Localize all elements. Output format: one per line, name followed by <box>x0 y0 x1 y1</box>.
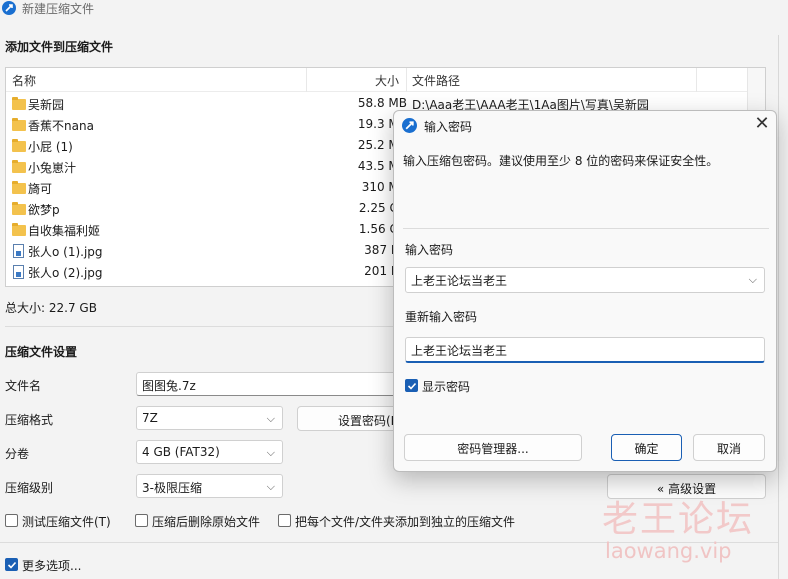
window-title: 新建压缩文件 <box>22 2 95 16</box>
folder-icon <box>12 202 26 215</box>
add-files-heading: 添加文件到压缩文件 <box>5 40 114 54</box>
check-icon <box>7 561 17 569</box>
watermark-url: laowang.vip <box>605 539 732 563</box>
confirm-password-input[interactable]: 上老王论坛当老王 <box>405 337 765 363</box>
password-dialog: 输入密码 ✕ 输入压缩包密码。建议使用至少 8 位的密码来保证安全性。 输入密码… <box>393 110 777 472</box>
show-password-checkbox[interactable] <box>405 379 418 392</box>
password-label: 输入密码 <box>405 243 454 257</box>
divider <box>5 326 398 327</box>
folder-icon <box>12 97 26 110</box>
folder-icon <box>12 223 26 236</box>
image-file-icon <box>13 244 24 258</box>
settings-heading: 压缩文件设置 <box>5 345 78 359</box>
total-size: 总大小: 22.7 GB <box>5 301 97 315</box>
test-archive-label[interactable]: 测试压缩文件(T) <box>22 513 111 530</box>
close-icon[interactable]: ✕ <box>750 113 774 137</box>
format-select[interactable]: 7Z ⌵ <box>136 406 283 430</box>
folder-icon <box>12 160 26 173</box>
watermark-logo: 老王论坛 <box>602 499 755 540</box>
delete-original-label[interactable]: 压缩后删除原始文件 <box>152 513 260 530</box>
title-bar: 新建压缩文件 <box>0 0 788 18</box>
divider <box>403 228 769 229</box>
filename-label: 文件名 <box>5 379 42 393</box>
folder-icon <box>12 181 26 194</box>
more-options-label[interactable]: 更多选项... <box>22 557 81 574</box>
app-icon <box>402 118 417 133</box>
file-list-header: 名称 大小 文件路径 <box>6 68 765 92</box>
chevron-down-icon: ⌵ <box>266 480 275 493</box>
dialog-title: 输入密码 <box>424 120 473 134</box>
column-path[interactable]: 文件路径 <box>412 72 460 89</box>
column-name[interactable]: 名称 <box>12 72 36 89</box>
show-password-label[interactable]: 显示密码 <box>422 378 470 395</box>
cancel-button[interactable]: 取消 <box>693 434 765 461</box>
ok-button[interactable]: 确定 <box>611 434 682 461</box>
app-icon <box>2 1 16 15</box>
separate-archives-label[interactable]: 把每个文件/文件夹添加到独立的压缩文件 <box>295 513 515 530</box>
folder-icon <box>12 139 26 152</box>
image-file-icon <box>13 265 24 279</box>
level-label: 压缩级别 <box>5 481 54 495</box>
format-label: 压缩格式 <box>5 413 54 427</box>
filename-input[interactable]: 图图兔.7z <box>136 372 398 396</box>
password-manager-button[interactable]: 密码管理器... <box>404 434 582 461</box>
confirm-password-label: 重新输入密码 <box>405 310 478 324</box>
check-icon <box>407 382 417 390</box>
separate-archives-checkbox[interactable] <box>278 514 291 527</box>
set-password-button[interactable]: 设置密码(P)... <box>297 406 397 431</box>
split-select[interactable]: 4 GB (FAT32) ⌵ <box>136 440 283 464</box>
chevron-down-icon[interactable]: ⌵ <box>749 273 757 287</box>
delete-original-checkbox[interactable] <box>135 514 148 527</box>
column-size[interactable]: 大小 <box>375 72 399 89</box>
dialog-instruction: 输入压缩包密码。建议使用至少 8 位的密码来保证安全性。 <box>403 154 719 168</box>
password-input[interactable]: 上老王论坛当老王 ⌵ <box>405 267 765 293</box>
chevron-down-icon: ⌵ <box>266 412 275 425</box>
background-window-edge <box>778 35 788 579</box>
test-archive-checkbox[interactable] <box>5 514 18 527</box>
folder-icon <box>12 118 26 131</box>
chevron-down-icon: ⌵ <box>266 446 275 459</box>
level-select[interactable]: 3-极限压缩 ⌵ <box>136 474 283 498</box>
split-label: 分卷 <box>5 447 30 461</box>
more-options-checkbox[interactable] <box>5 558 18 571</box>
